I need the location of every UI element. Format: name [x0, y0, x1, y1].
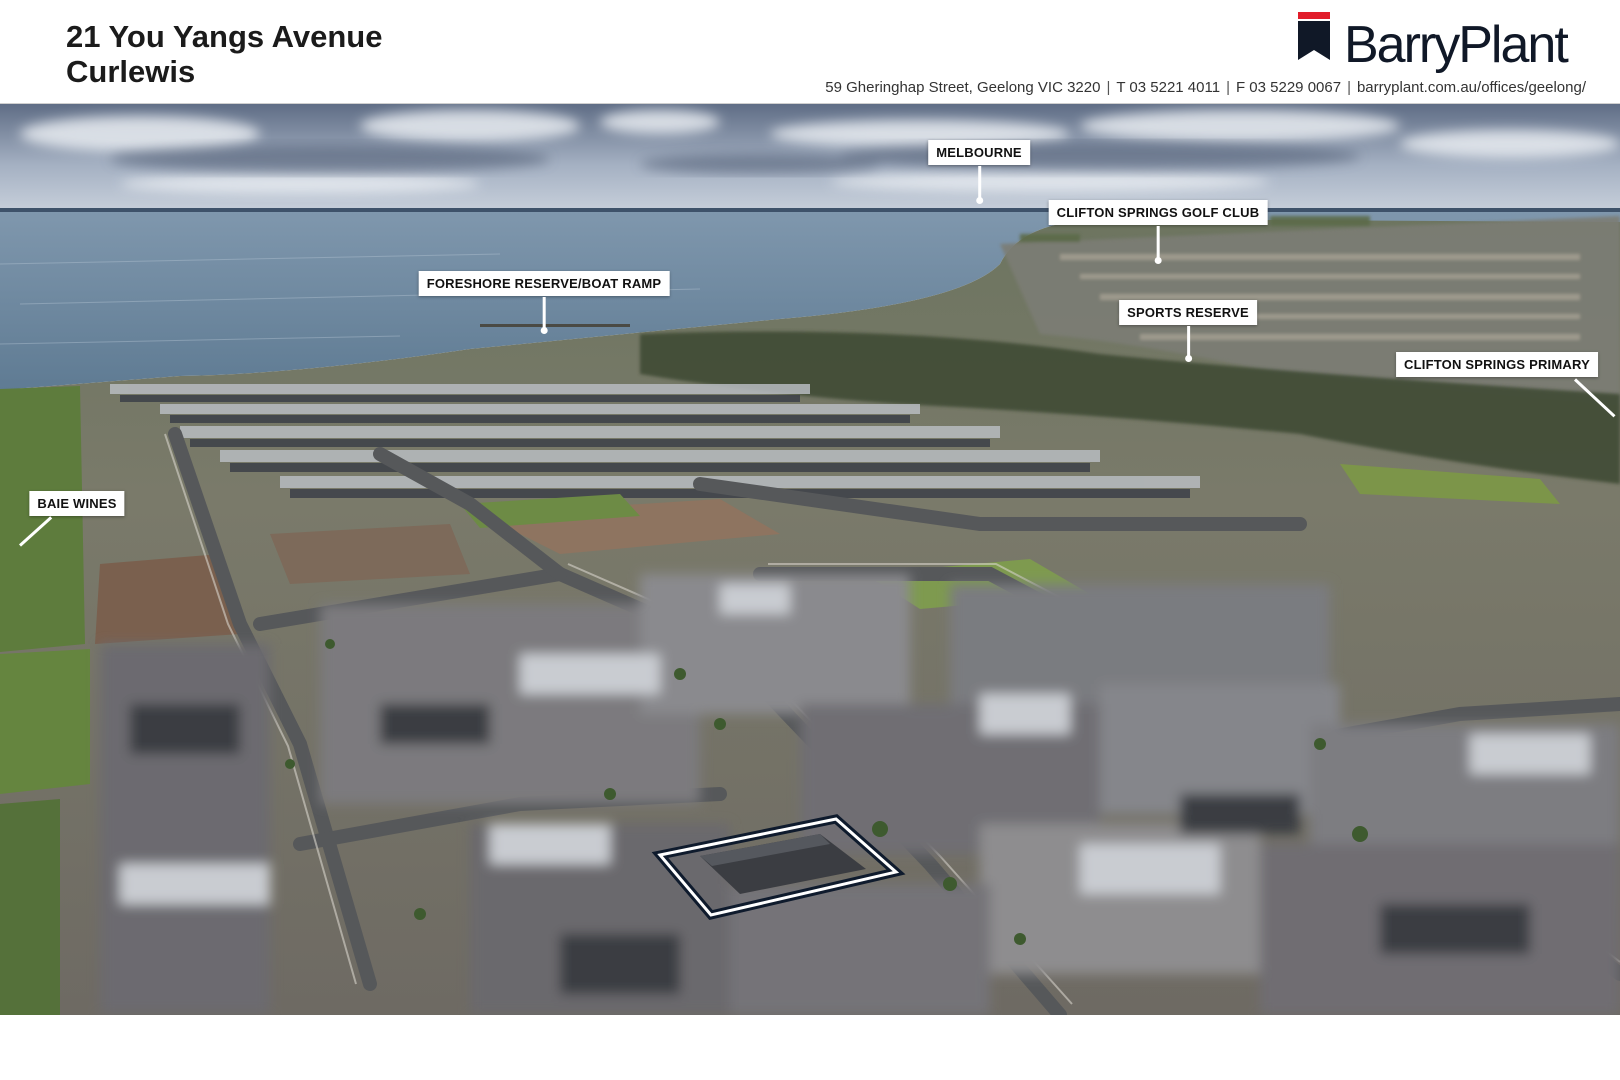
pointer-line	[543, 297, 546, 330]
poi-label: BAIE WINES	[29, 491, 125, 516]
office-address: 59 Gheringhap Street, Geelong VIC 3220	[825, 79, 1101, 96]
poi-baie-wines: BAIE WINES	[29, 491, 125, 516]
pointer-line	[1186, 326, 1190, 358]
pointer-line	[1157, 226, 1160, 260]
separator: |	[1106, 79, 1111, 96]
poi-label: FORESHORE RESERVE/BOAT RAMP	[418, 271, 670, 296]
poi-label: CLIFTON SPRINGS PRIMARY	[1396, 352, 1598, 377]
poi-label: MELBOURNE	[928, 140, 1030, 165]
office-website-link[interactable]: barryplant.com.au/offices/geelong/	[1357, 79, 1586, 96]
property-title: 21 You Yangs Avenue Curlewis	[66, 19, 382, 89]
address-line-2: Curlewis	[66, 54, 196, 89]
office-contact-line: 59 Gheringhap Street, Geelong VIC 3220 | T…	[825, 79, 1586, 96]
poi-melbourne: MELBOURNE	[928, 140, 1030, 204]
aerial-scene	[0, 104, 1620, 1015]
barry-plant-logo[interactable]: BarryPlant	[1298, 10, 1588, 80]
logo-wordmark: BarryPlant	[1344, 16, 1569, 74]
page-header: 21 You Yangs Avenue Curlewis BarryPlant …	[0, 0, 1620, 104]
pointer-line	[977, 166, 981, 200]
poi-foreshore-reserve: FORESHORE RESERVE/BOAT RAMP	[418, 271, 670, 334]
separator: |	[1347, 79, 1351, 96]
poi-clifton-springs-golf-club: CLIFTON SPRINGS GOLF CLUB	[1048, 200, 1268, 264]
flag-icon	[1298, 12, 1330, 60]
pointer-dot	[975, 197, 983, 204]
office-phone[interactable]: T 03 5221 4011	[1116, 79, 1220, 96]
poi-clifton-springs-primary: CLIFTON SPRINGS PRIMARY	[1396, 352, 1598, 377]
pointer-dot	[1184, 355, 1192, 362]
poi-label: CLIFTON SPRINGS GOLF CLUB	[1048, 200, 1268, 225]
poi-label: SPORTS RESERVE	[1119, 300, 1257, 325]
poi-sports-reserve: SPORTS RESERVE	[1119, 300, 1257, 362]
address-line-1: 21 You Yangs Avenue	[66, 19, 383, 54]
aerial-photo: MELBOURNE CLIFTON SPRINGS GOLF CLUB FORE…	[0, 104, 1620, 1015]
page-footer	[0, 1015, 1620, 1080]
office-fax: F 03 5229 0067	[1235, 79, 1342, 96]
separator: |	[1226, 79, 1230, 96]
